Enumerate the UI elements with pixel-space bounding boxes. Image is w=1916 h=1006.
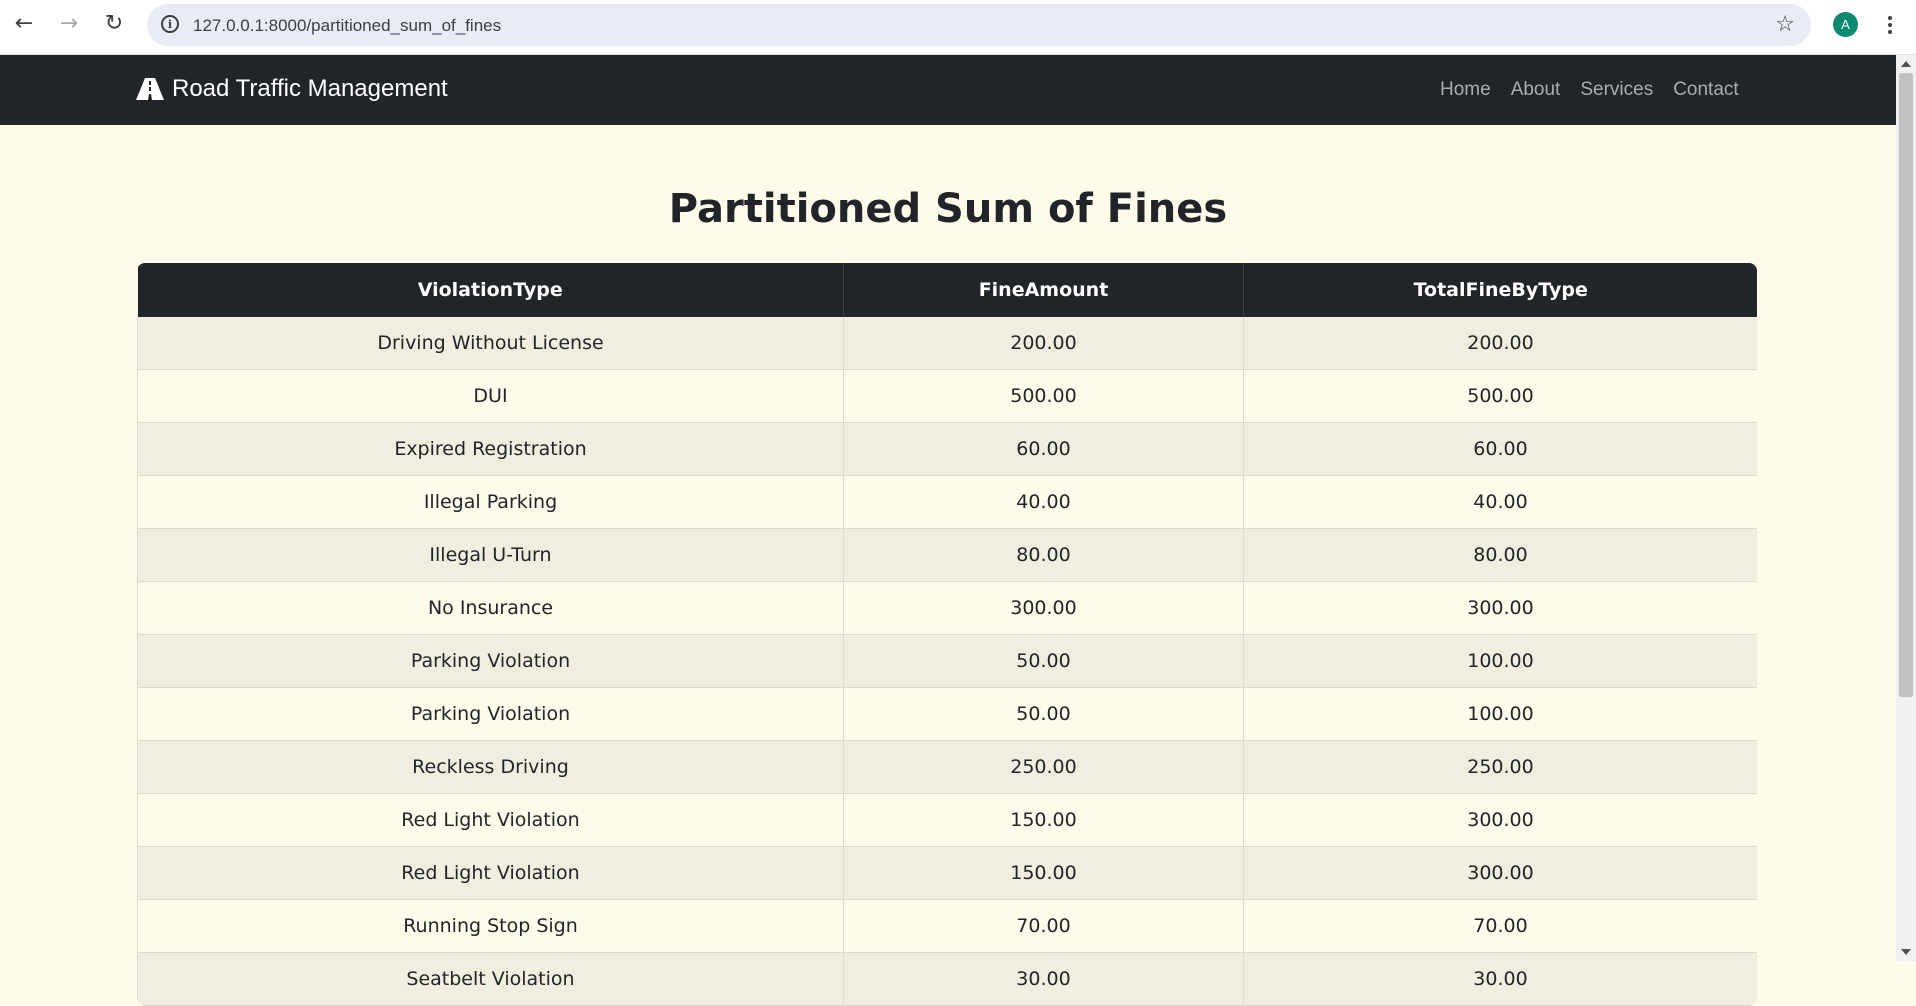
fine-amount-cell: 70.00	[843, 899, 1244, 953]
bookmark-star-icon[interactable]: ☆	[1775, 12, 1795, 37]
total-fine-cell: 300.00	[1243, 581, 1757, 635]
violation-type-cell: Reckless Driving	[137, 740, 844, 794]
total-fine-cell: 40.00	[1243, 475, 1757, 529]
violation-type-cell: Seatbelt Violation	[137, 952, 844, 1006]
table-row: Red Light Violation 150.00 300.00	[137, 793, 1757, 847]
reload-icon[interactable]: ↻	[100, 10, 128, 38]
table-row: No Insurance 300.00 300.00	[137, 581, 1757, 635]
fine-amount-cell: 40.00	[843, 475, 1244, 529]
page-scrollbar[interactable]	[1896, 55, 1916, 961]
violation-type-cell: Parking Violation	[137, 687, 844, 741]
total-fine-cell: 100.00	[1243, 634, 1757, 688]
table-row: Running Stop Sign 70.00 70.00	[137, 899, 1757, 953]
table-row: Expired Registration 60.00 60.00	[137, 422, 1757, 476]
table-row: DUI 500.00 500.00	[137, 369, 1757, 423]
browser-toolbar: ← → ↻ i 127.0.0.1:8000/partitioned_sum_o…	[0, 0, 1916, 55]
fine-amount-cell: 150.00	[843, 846, 1244, 900]
table-row: Red Light Violation 150.00 300.00	[137, 846, 1757, 900]
fines-table: ViolationType FineAmount TotalFineByType…	[137, 263, 1757, 1006]
total-fine-cell: 80.00	[1243, 528, 1757, 582]
fine-amount-cell: 500.00	[843, 369, 1244, 423]
nav-links: Home About Services Contact	[1440, 79, 1739, 101]
nav-link-about[interactable]: About	[1511, 79, 1561, 101]
table-row: Parking Violation 50.00 100.00	[137, 634, 1757, 688]
fine-amount-cell: 30.00	[843, 952, 1244, 1006]
total-fine-cell: 500.00	[1243, 369, 1757, 423]
fine-amount-cell: 200.00	[843, 317, 1244, 370]
scroll-up-arrow-icon[interactable]	[1901, 61, 1911, 67]
back-icon[interactable]: ←	[10, 10, 38, 38]
navbar-brand[interactable]: Road Traffic Management	[136, 75, 448, 103]
nav-link-home[interactable]: Home	[1440, 79, 1491, 101]
violation-type-cell: Running Stop Sign	[137, 899, 844, 953]
column-header-violation-type: ViolationType	[137, 263, 844, 317]
total-fine-cell: 300.00	[1243, 793, 1757, 847]
site-navbar: Road Traffic Management Home About Servi…	[0, 55, 1896, 125]
road-icon	[136, 78, 164, 100]
table-row: Illegal U-Turn 80.00 80.00	[137, 528, 1757, 582]
address-bar[interactable]: i 127.0.0.1:8000/partitioned_sum_of_fine…	[147, 4, 1811, 46]
total-fine-cell: 200.00	[1243, 317, 1757, 370]
fine-amount-cell: 50.00	[843, 634, 1244, 688]
fine-amount-cell: 60.00	[843, 422, 1244, 476]
violation-type-cell: Illegal Parking	[137, 475, 844, 529]
scrollbar-thumb[interactable]	[1899, 73, 1913, 697]
violation-type-cell: No Insurance	[137, 581, 844, 635]
fine-amount-cell: 50.00	[843, 687, 1244, 741]
total-fine-cell: 250.00	[1243, 740, 1757, 794]
brand-name: Road Traffic Management	[172, 75, 448, 102]
table-row: Parking Violation 50.00 100.00	[137, 687, 1757, 741]
forward-icon[interactable]: →	[55, 10, 83, 38]
violation-type-cell: Expired Registration	[137, 422, 844, 476]
browser-menu-icon[interactable]	[1880, 10, 1900, 40]
total-fine-cell: 30.00	[1243, 952, 1757, 1006]
table-header-row: ViolationType FineAmount TotalFineByType	[137, 263, 1757, 317]
profile-avatar[interactable]: A	[1833, 12, 1858, 37]
violation-type-cell: DUI	[137, 369, 844, 423]
fine-amount-cell: 150.00	[843, 793, 1244, 847]
table-row: Reckless Driving 250.00 250.00	[137, 740, 1757, 794]
nav-link-contact[interactable]: Contact	[1673, 79, 1738, 101]
column-header-fine-amount: FineAmount	[843, 263, 1244, 317]
table-row: Driving Without License 200.00 200.00	[137, 317, 1757, 370]
url-text[interactable]: 127.0.0.1:8000/partitioned_sum_of_fines	[193, 16, 501, 36]
violation-type-cell: Red Light Violation	[137, 793, 844, 847]
violation-type-cell: Illegal U-Turn	[137, 528, 844, 582]
violation-type-cell: Parking Violation	[137, 634, 844, 688]
site-info-icon[interactable]: i	[161, 15, 179, 33]
table-row: Seatbelt Violation 30.00 30.00	[137, 952, 1757, 1006]
fine-amount-cell: 250.00	[843, 740, 1244, 794]
fines-table-container: ViolationType FineAmount TotalFineByType…	[137, 263, 1757, 1006]
total-fine-cell: 100.00	[1243, 687, 1757, 741]
total-fine-cell: 300.00	[1243, 846, 1757, 900]
fine-amount-cell: 80.00	[843, 528, 1244, 582]
page-title: Partitioned Sum of Fines	[668, 186, 1228, 232]
fine-amount-cell: 300.00	[843, 581, 1244, 635]
scroll-down-arrow-icon[interactable]	[1901, 949, 1911, 955]
total-fine-cell: 70.00	[1243, 899, 1757, 953]
total-fine-cell: 60.00	[1243, 422, 1757, 476]
violation-type-cell: Red Light Violation	[137, 846, 844, 900]
nav-link-services[interactable]: Services	[1580, 79, 1653, 101]
violation-type-cell: Driving Without License	[137, 317, 844, 370]
column-header-total-fine-by-type: TotalFineByType	[1243, 263, 1757, 317]
table-row: Illegal Parking 40.00 40.00	[137, 475, 1757, 529]
